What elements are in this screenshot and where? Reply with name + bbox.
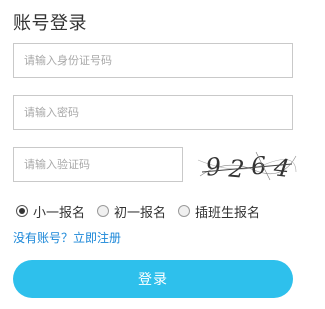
radio-label: 插班生报名 bbox=[195, 205, 261, 221]
captcha-char: 9 bbox=[204, 152, 222, 181]
captcha-char: 4 bbox=[271, 153, 291, 183]
radio-option[interactable]: 插班生报名 bbox=[178, 202, 260, 221]
login-title: 账号登录 bbox=[13, 13, 87, 34]
login-button[interactable]: 登录 bbox=[13, 260, 293, 298]
radio-option[interactable]: 初一报名 bbox=[97, 202, 166, 221]
register-link[interactable]: 没有账号？立即注册 bbox=[13, 229, 121, 246]
captcha-image[interactable]: 9 2 6 4 bbox=[196, 146, 298, 184]
registration-type-group: 小一报名 初一报名 插班生报名 bbox=[16, 201, 272, 221]
radio-label: 初一报名 bbox=[114, 205, 167, 221]
radio-button[interactable] bbox=[16, 205, 28, 217]
id-number-input[interactable] bbox=[13, 43, 293, 78]
captcha-input[interactable] bbox=[13, 147, 183, 182]
radio-button[interactable] bbox=[178, 205, 191, 217]
radio-label: 小一报名 bbox=[33, 205, 86, 221]
radio-button[interactable] bbox=[97, 205, 110, 217]
radio-option[interactable]: 小一报名 bbox=[16, 202, 85, 221]
password-input[interactable] bbox=[13, 95, 293, 130]
